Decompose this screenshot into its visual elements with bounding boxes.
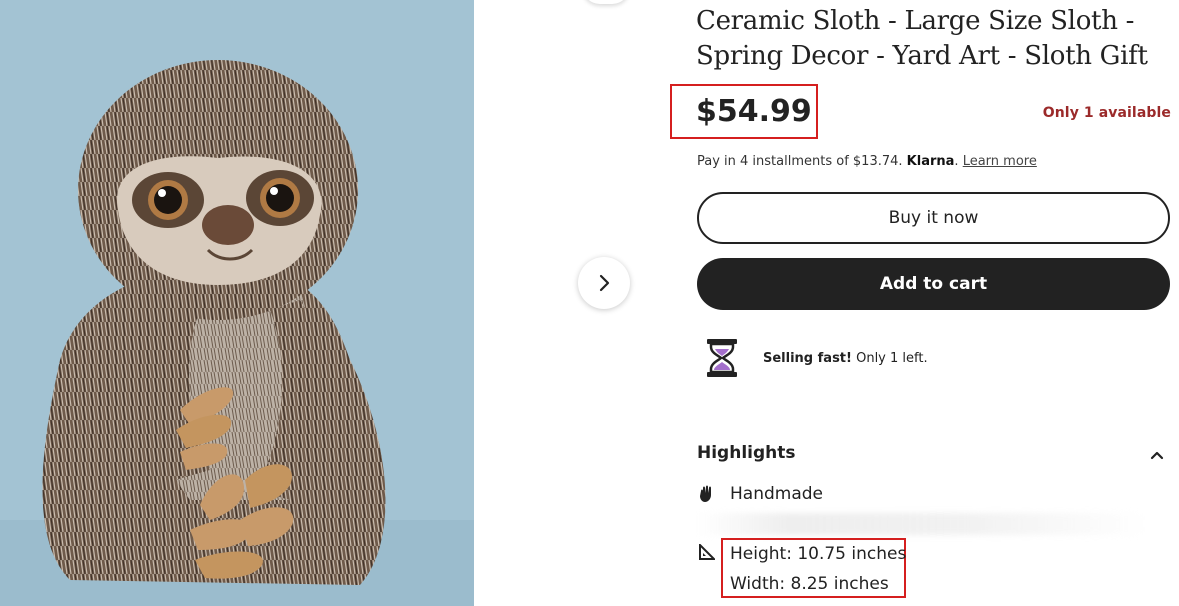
hand-icon bbox=[697, 485, 717, 503]
learn-more-link[interactable]: Learn more bbox=[963, 154, 1037, 169]
selling-fast-text: Only 1 left. bbox=[856, 350, 928, 366]
selling-fast-notice: Selling fast! Only 1 left. bbox=[705, 338, 928, 378]
product-image[interactable] bbox=[0, 0, 474, 606]
installments-text: Pay in 4 installments of $13.74. bbox=[697, 154, 903, 169]
height-value: Height: 10.75 inches bbox=[730, 544, 907, 564]
highlight-handmade-label: Handmade bbox=[730, 484, 823, 504]
highlight-handmade: Handmade bbox=[697, 484, 823, 504]
highlights-heading[interactable]: Highlights bbox=[697, 443, 796, 463]
width-value: Width: 8.25 inches bbox=[730, 574, 889, 594]
next-image-button[interactable] bbox=[578, 257, 630, 309]
sloth-figurine-illustration bbox=[0, 0, 474, 606]
product-title: Ceramic Sloth - Large Size Sloth - Sprin… bbox=[696, 6, 1148, 71]
product-price: $54.99 bbox=[696, 94, 812, 129]
installments-info: Pay in 4 installments of $13.74. Klarna.… bbox=[697, 154, 1037, 169]
redacted-row bbox=[698, 513, 1148, 535]
selling-fast-bold: Selling fast! bbox=[763, 350, 852, 366]
previous-image-button[interactable] bbox=[582, 0, 630, 4]
ruler-triangle-icon bbox=[697, 544, 717, 560]
hourglass-icon bbox=[707, 339, 737, 377]
buy-it-now-button[interactable]: Buy it now bbox=[697, 192, 1170, 244]
installments-period: . bbox=[954, 154, 959, 169]
chevron-up-icon[interactable] bbox=[1150, 446, 1164, 465]
add-to-cart-button[interactable]: Add to cart bbox=[697, 258, 1170, 310]
stock-notice: Only 1 available bbox=[1042, 105, 1171, 121]
chevron-right-icon bbox=[599, 274, 610, 292]
klarna-label: Klarna bbox=[906, 154, 955, 169]
